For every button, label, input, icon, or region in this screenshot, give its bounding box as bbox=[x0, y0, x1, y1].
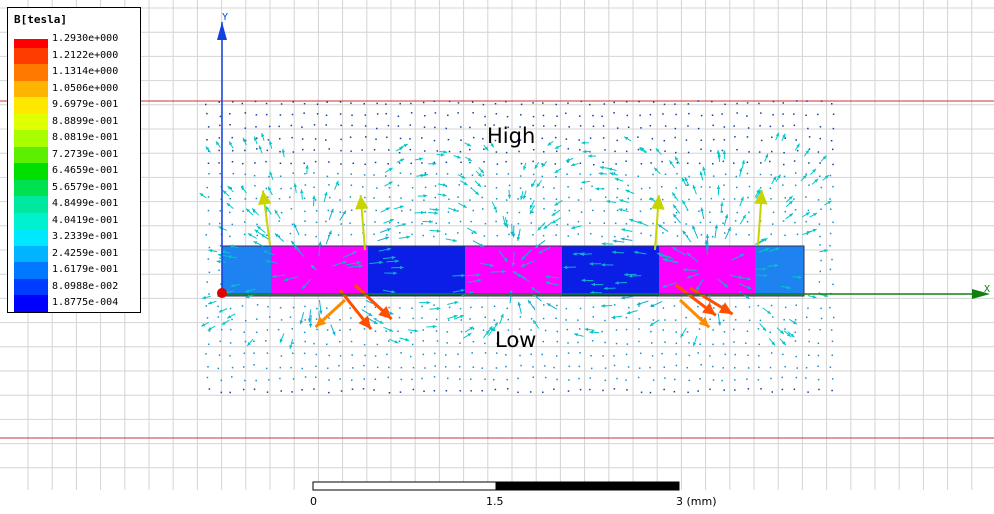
low-region-label: Low bbox=[495, 328, 536, 352]
legend-value-label: 4.8499e-001 bbox=[52, 198, 118, 209]
legend-value-label: 5.6579e-001 bbox=[52, 182, 118, 193]
field-plot[interactable]: Y X bbox=[0, 0, 994, 510]
scale-bar bbox=[313, 482, 679, 490]
legend-color-swatch bbox=[14, 229, 48, 246]
legend-color-swatch bbox=[14, 130, 48, 147]
background-grid bbox=[0, 0, 994, 490]
legend-color-swatch bbox=[14, 163, 48, 180]
legend-color-swatch bbox=[14, 97, 48, 114]
legend-entry: 1.8775e-004 bbox=[14, 303, 140, 320]
magnet-segment-2[interactable] bbox=[368, 246, 465, 296]
scale-tick-0: 0 bbox=[310, 495, 317, 508]
legend-color-swatch bbox=[14, 180, 48, 197]
magnet-segment-left-end[interactable] bbox=[222, 246, 271, 296]
magnet-segment-right-end[interactable] bbox=[755, 246, 804, 296]
high-region-label: High bbox=[487, 124, 535, 148]
legend-color-swatch bbox=[14, 48, 48, 65]
legend-value-label: 7.2739e-001 bbox=[52, 149, 118, 160]
x-axis-label: X bbox=[984, 284, 990, 295]
legend-value-label: 8.0988e-002 bbox=[52, 281, 118, 292]
legend-value-label: 4.0419e-001 bbox=[52, 215, 118, 226]
legend-color-swatch bbox=[14, 81, 48, 98]
legend-value-label: 1.8775e-004 bbox=[52, 297, 118, 308]
legend-color-swatch bbox=[14, 246, 48, 263]
field-plot-viewport[interactable]: Y X High Low 0 1.5 3 (mm) B[tesla] 1.293… bbox=[0, 0, 994, 510]
legend-color-swatch bbox=[14, 196, 48, 213]
legend-color-swatch bbox=[14, 295, 48, 312]
legend-color-swatch bbox=[14, 147, 48, 164]
legend-color-swatch bbox=[14, 114, 48, 131]
legend-value-label: 1.6179e-001 bbox=[52, 264, 118, 275]
legend-value-label: 8.8899e-001 bbox=[52, 116, 118, 127]
legend-title: B[tesla] bbox=[14, 13, 67, 26]
legend-color-swatch bbox=[14, 64, 48, 81]
legend-color-swatch bbox=[14, 262, 48, 279]
origin-marker bbox=[217, 288, 227, 298]
legend-value-label: 3.2339e-001 bbox=[52, 231, 118, 242]
legend-value-label: 1.2122e+000 bbox=[52, 50, 118, 61]
legend-color-swatch bbox=[14, 213, 48, 230]
legend-color-swatch bbox=[14, 279, 48, 296]
legend-value-label: 6.4659e-001 bbox=[52, 165, 118, 176]
field-legend[interactable]: B[tesla] 1.2930e+000 1.2122e+000 1.1314e+0… bbox=[7, 7, 141, 313]
scale-tick-3-mm: 3 (mm) bbox=[676, 495, 717, 508]
legend-value-label: 1.2930e+000 bbox=[52, 33, 118, 44]
scale-tick-1-5: 1.5 bbox=[486, 495, 504, 508]
legend-value-label: 9.6979e-001 bbox=[52, 99, 118, 110]
y-axis-arrowhead-icon bbox=[217, 22, 227, 40]
y-axis-label: Y bbox=[222, 12, 228, 23]
legend-value-label: 1.0506e+000 bbox=[52, 83, 118, 94]
legend-value-label: 2.4259e-001 bbox=[52, 248, 118, 259]
legend-value-label: 8.0819e-001 bbox=[52, 132, 118, 143]
legend-value-label: 1.1314e+000 bbox=[52, 66, 118, 77]
